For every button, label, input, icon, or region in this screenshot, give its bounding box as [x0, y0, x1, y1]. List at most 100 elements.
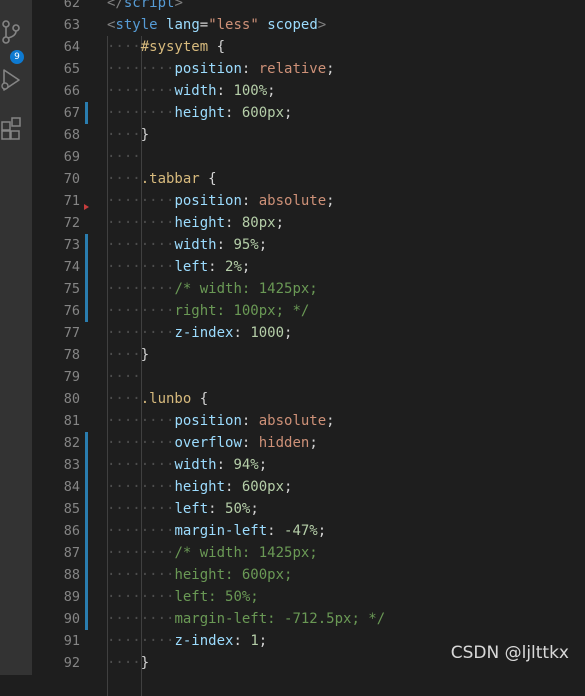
deleted-lines-marker[interactable] — [84, 204, 89, 210]
whitespace-dots: ········ — [107, 215, 175, 231]
line-number: 88 — [63, 567, 80, 583]
code-token: 50% — [225, 501, 251, 517]
code-token: : — [208, 259, 226, 275]
extensions-icon[interactable] — [0, 112, 32, 144]
code-token: /* width: 1425px; — [174, 545, 318, 561]
line-number: 70 — [63, 171, 80, 187]
line-number: 89 — [63, 589, 80, 605]
whitespace-dots: ···· — [107, 39, 141, 55]
line-number: 63 — [63, 17, 80, 33]
code-token: ; — [275, 215, 285, 231]
modified-line-indicator[interactable] — [85, 256, 88, 278]
modified-line-indicator[interactable] — [85, 608, 88, 630]
watermark: CSDN @ljlttkx — [450, 643, 569, 663]
code-editor[interactable]: 62 63 64 65 66 67 68 69 70 71 72 73 74 75 76 77 78 79 80 81… — [32, 0, 585, 696]
code-token: absolute — [258, 413, 327, 429]
code-token: > — [317, 17, 327, 33]
code-token: 100% — [233, 83, 268, 99]
modified-line-indicator[interactable] — [85, 102, 88, 124]
modified-line-indicator[interactable] — [85, 300, 88, 322]
code-token: position — [174, 193, 242, 209]
code-token: ; — [317, 523, 327, 539]
line-number: 73 — [63, 237, 80, 253]
line-number: 79 — [63, 369, 80, 385]
modified-line-indicator[interactable] — [85, 432, 88, 454]
code-line: ········left: 2%; — [107, 256, 250, 278]
code-token: ; — [258, 633, 268, 649]
modified-line-indicator[interactable] — [85, 278, 88, 300]
code-token: } — [140, 655, 150, 671]
line-number: 92 — [63, 655, 80, 671]
code-token: position — [174, 61, 242, 77]
code-token: -47% — [284, 523, 318, 539]
code-token: height — [174, 479, 226, 495]
code-token: 1 — [250, 633, 259, 649]
code-line: ········margin-left: -47%; — [107, 520, 326, 542]
line-number: 76 — [63, 303, 80, 319]
code-line: <style lang="less" scoped> — [107, 14, 326, 36]
whitespace-dots: ···· — [107, 127, 141, 143]
modified-line-indicator[interactable] — [85, 542, 88, 564]
code-token: ; — [250, 501, 259, 517]
code-line: ········overflow: hidden; — [107, 432, 318, 454]
source-control-icon[interactable]: 9 — [0, 16, 32, 64]
code-token: : — [216, 83, 234, 99]
code-token: width — [174, 457, 217, 473]
modified-line-indicator[interactable] — [85, 476, 88, 498]
code-token: width — [174, 237, 217, 253]
line-number: 83 — [63, 457, 80, 473]
code-token: z-index — [174, 633, 234, 649]
code-token: left — [174, 501, 209, 517]
line-number: 80 — [63, 391, 80, 407]
code-token: margin-left: -712.5px; */ — [174, 611, 386, 627]
line-number: 77 — [63, 325, 80, 341]
whitespace-dots: ········ — [107, 545, 175, 561]
code-token: ; — [258, 457, 268, 473]
modified-line-indicator[interactable] — [85, 586, 88, 608]
code-line: ····.lunbo { — [107, 388, 208, 410]
code-token: ; — [309, 435, 318, 451]
code-line: ···· — [107, 146, 141, 168]
whitespace-dots: ········ — [107, 413, 175, 429]
whitespace-dots: ········ — [107, 105, 175, 121]
line-number: 66 — [63, 83, 80, 99]
whitespace-dots: ···· — [107, 369, 141, 385]
modified-line-indicator[interactable] — [85, 234, 88, 256]
code-token: 95% — [233, 237, 259, 253]
whitespace-dots: ········ — [107, 501, 175, 517]
code-line: ········position: relative; — [107, 58, 335, 80]
code-line: ········width: 95%; — [107, 234, 267, 256]
code-token: margin-left — [174, 523, 268, 539]
line-number-gutter: 62 63 64 65 66 67 68 69 70 71 72 73 74 75 76 77 78 79 80 81… — [32, 0, 100, 675]
code-token: 600px — [241, 479, 285, 495]
whitespace-dots: ···· — [107, 171, 141, 187]
modified-line-indicator[interactable] — [85, 564, 88, 586]
modified-line-indicator[interactable] — [85, 454, 88, 476]
code-token: hidden — [258, 435, 310, 451]
code-token: .tabbar — [140, 171, 200, 187]
code-line: ········width: 100%; — [107, 80, 276, 102]
modified-line-indicator[interactable] — [85, 498, 88, 520]
line-number: 90 — [63, 611, 80, 627]
modified-line-indicator[interactable] — [85, 520, 88, 542]
line-number: 74 — [63, 259, 80, 275]
code-token: relative — [258, 61, 327, 77]
code-token: 2% — [225, 259, 242, 275]
whitespace-dots: ········ — [107, 457, 175, 473]
line-number: 71 — [63, 193, 80, 209]
code-token: 600px — [241, 105, 285, 121]
code-line: ···· — [107, 366, 141, 388]
code-token: : — [225, 105, 242, 121]
code-token: /* width: 1425px; — [174, 281, 318, 297]
line-number: 67 — [63, 105, 80, 121]
whitespace-dots: ········ — [107, 281, 175, 297]
whitespace-dots: ········ — [107, 611, 175, 627]
code-token: : — [225, 479, 242, 495]
code-token: left: 50%; — [174, 589, 259, 605]
run-debug-icon[interactable] — [0, 64, 32, 96]
code-token: ; — [267, 83, 276, 99]
code-line: ········z-index: 1000; — [107, 322, 292, 344]
whitespace-dots: ········ — [107, 567, 175, 583]
whitespace-dots: ········ — [107, 237, 175, 253]
